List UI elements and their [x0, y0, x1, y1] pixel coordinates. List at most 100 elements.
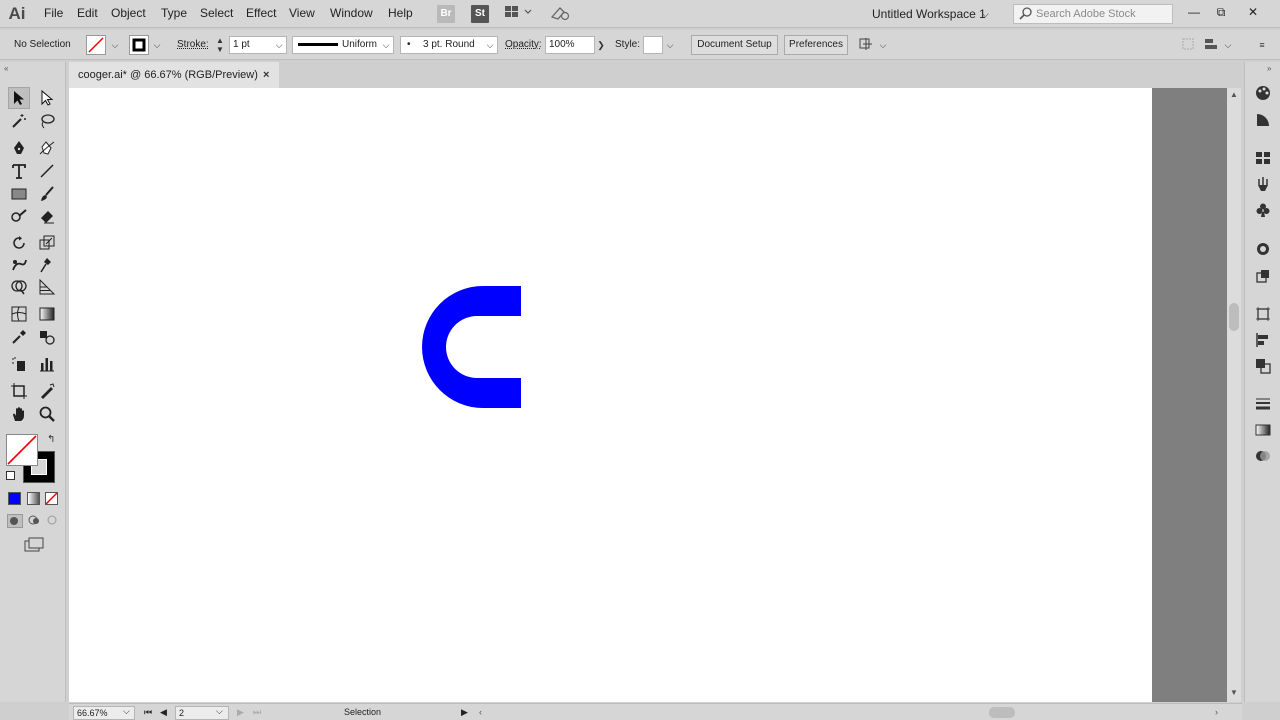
artboard[interactable]	[69, 88, 1152, 702]
style-dropdown-arrow[interactable]: ⌵	[664, 36, 676, 54]
draw-behind-icon[interactable]	[27, 514, 43, 528]
eraser-tool-icon[interactable]	[36, 205, 58, 227]
opacity-field[interactable]: 100%	[545, 36, 595, 54]
shape-builder-tool-icon[interactable]	[8, 276, 30, 298]
lasso-tool-icon[interactable]	[36, 110, 58, 132]
search-stock-input[interactable]: Search Adobe Stock	[1013, 4, 1173, 24]
artboard-tool-icon[interactable]	[8, 380, 30, 402]
rectangle-tool-icon[interactable]	[8, 183, 30, 205]
color-mode-icon[interactable]	[8, 492, 21, 505]
menu-help[interactable]: Help	[388, 6, 413, 20]
paintbrush-tool-icon[interactable]	[36, 183, 58, 205]
opacity-label[interactable]: Opacity:	[505, 39, 542, 50]
vertical-scroll-thumb[interactable]	[1229, 303, 1239, 331]
stock-icon[interactable]: St	[471, 5, 489, 23]
control-bar-menu-icon[interactable]: ≡	[1256, 36, 1268, 54]
slice-tool-icon[interactable]	[36, 380, 58, 402]
gradient-panel-icon[interactable]	[1253, 420, 1273, 440]
menu-window[interactable]: Window	[330, 6, 373, 20]
brushes-icon[interactable]	[1253, 174, 1273, 194]
arrange-icon[interactable]	[858, 36, 874, 52]
fill-dropdown-arrow[interactable]: ⌵	[109, 36, 121, 54]
transform-panel-icon[interactable]	[1253, 304, 1273, 324]
eyedropper-tool-icon[interactable]	[8, 326, 30, 348]
close-tab-icon[interactable]: ×	[263, 62, 277, 88]
swap-fill-stroke-icon[interactable]: ↰	[47, 434, 55, 445]
previous-artboard-icon[interactable]: ◀	[160, 707, 167, 718]
close-window-button[interactable]: ✕	[1239, 2, 1267, 22]
variable-width-profile[interactable]: Uniform	[292, 36, 394, 54]
scroll-up-icon[interactable]: ▲	[1230, 90, 1238, 99]
color-guide-icon[interactable]	[1253, 110, 1273, 130]
first-artboard-icon[interactable]: ⏮	[144, 707, 152, 718]
stroke-weight-dropdown[interactable]: ⌵	[273, 36, 285, 54]
draw-inside-icon[interactable]	[46, 514, 62, 528]
menu-view[interactable]: View	[289, 6, 315, 20]
brush-dropdown-arrow[interactable]: ⌵	[484, 36, 496, 54]
minimize-button[interactable]: —	[1180, 2, 1208, 22]
workspace-switcher[interactable]: Untitled Workspace 1 ⌵	[866, 3, 1000, 25]
fill-box-front[interactable]	[6, 434, 38, 466]
color-panel-icon[interactable]	[1253, 83, 1273, 103]
magic-wand-tool-icon[interactable]	[8, 110, 30, 132]
scale-tool-icon[interactable]	[36, 232, 58, 254]
swatches-icon[interactable]	[1253, 148, 1273, 168]
horizontal-scroll-thumb[interactable]	[989, 707, 1015, 718]
default-colors-icon[interactable]	[6, 471, 15, 480]
draw-normal-icon[interactable]	[7, 514, 23, 528]
scroll-right-icon[interactable]: ›	[1215, 707, 1218, 717]
puppet-warp-tool-icon[interactable]	[36, 254, 58, 276]
none-mode-icon[interactable]	[45, 492, 58, 505]
zoom-dropdown-arrow[interactable]: ⌵	[123, 706, 130, 717]
canvas-area[interactable]	[69, 88, 1227, 702]
scroll-left-icon[interactable]: ‹	[479, 707, 482, 717]
last-artboard-icon[interactable]: ⏭	[253, 707, 261, 718]
align-panel-icon[interactable]	[1253, 330, 1273, 350]
line-segment-tool-icon[interactable]	[36, 160, 58, 182]
expand-panels-icon[interactable]: »	[1267, 64, 1271, 73]
document-setup-button[interactable]: Document Setup	[691, 35, 778, 55]
document-tab[interactable]: cooger.ai* @ 66.67% (RGB/Preview) ×	[69, 62, 279, 88]
arrange-dropdown-arrow[interactable]: ⌵	[877, 36, 889, 54]
stroke-weight-stepper[interactable]: ▲ ▼	[214, 36, 226, 54]
transparency-icon[interactable]	[1253, 446, 1273, 466]
direct-selection-tool-icon[interactable]	[36, 87, 58, 109]
scroll-down-icon[interactable]: ▼	[1230, 688, 1238, 697]
curvature-tool-icon[interactable]	[36, 137, 58, 159]
type-tool-icon[interactable]	[8, 160, 30, 182]
restore-button[interactable]: ⧉	[1207, 2, 1235, 22]
pathfinder-icon[interactable]	[1253, 356, 1273, 376]
align-dropdown-arrow[interactable]: ⌵	[1222, 36, 1234, 54]
menu-edit[interactable]: Edit	[77, 6, 98, 20]
menu-select[interactable]: Select	[200, 6, 233, 20]
menu-object[interactable]: Object	[111, 6, 146, 20]
gradient-mode-icon[interactable]	[27, 492, 40, 505]
profile-dropdown-arrow[interactable]: ⌵	[380, 36, 392, 54]
collapse-panel-icon[interactable]: «	[4, 64, 8, 73]
menu-type[interactable]: Type	[161, 6, 187, 20]
fill-color-swatch[interactable]	[86, 35, 106, 55]
align-icon[interactable]	[1204, 37, 1220, 51]
rotate-tool-icon[interactable]	[8, 232, 30, 254]
transform-icon[interactable]	[1181, 37, 1195, 51]
gpu-performance-icon[interactable]	[548, 5, 572, 23]
perspective-grid-tool-icon[interactable]	[36, 276, 58, 298]
menu-effect[interactable]: Effect	[246, 6, 276, 20]
warp-tool-icon[interactable]	[8, 254, 30, 276]
vertical-scrollbar[interactable]: ▲ ▼	[1227, 88, 1241, 702]
appearance-icon[interactable]	[1253, 239, 1273, 259]
chevron-right-icon[interactable]: ❯	[595, 36, 607, 54]
stroke-label[interactable]: Stroke:	[177, 39, 209, 50]
next-artboard-icon[interactable]: ▶	[237, 707, 244, 718]
graphic-style-swatch[interactable]	[643, 36, 663, 54]
artboard-dropdown-arrow[interactable]: ⌵	[216, 706, 223, 717]
gradient-tool-icon[interactable]	[36, 303, 58, 325]
zoom-tool-icon[interactable]	[36, 403, 58, 425]
symbols-icon[interactable]	[1253, 200, 1273, 220]
shaper-tool-icon[interactable]	[8, 205, 30, 227]
pen-tool-icon[interactable]	[8, 137, 30, 159]
screen-mode-icon[interactable]	[23, 537, 45, 553]
bridge-icon[interactable]: Br	[437, 5, 455, 23]
symbol-sprayer-tool-icon[interactable]	[8, 353, 30, 375]
stroke-panel-icon[interactable]	[1253, 394, 1273, 414]
